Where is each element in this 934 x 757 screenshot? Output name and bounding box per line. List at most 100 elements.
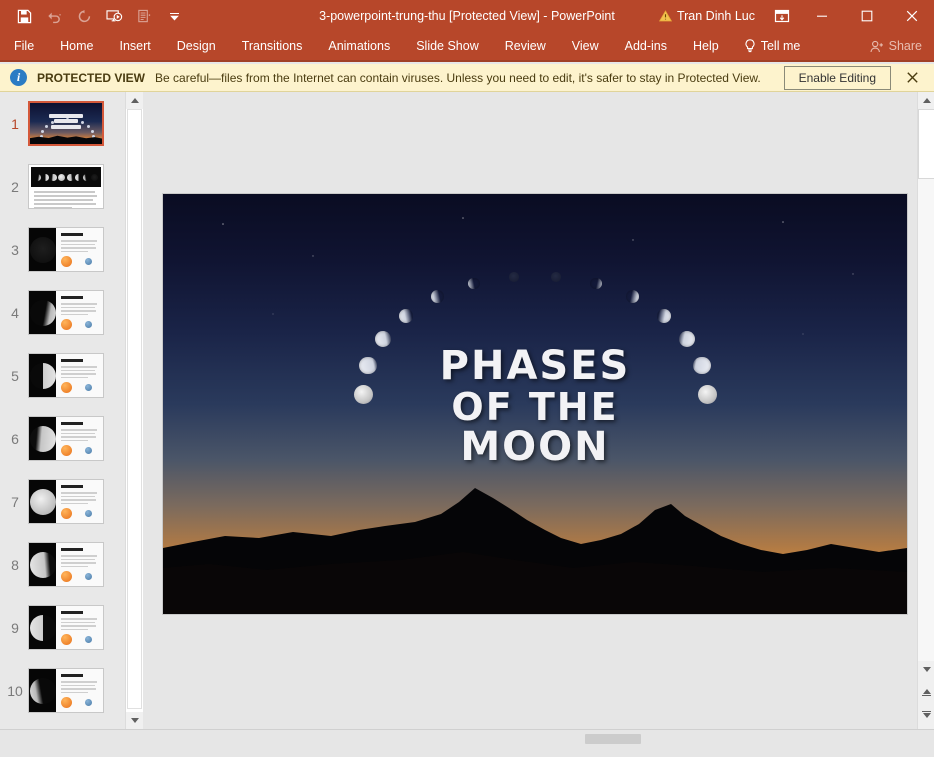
tab-design[interactable]: Design <box>164 31 229 61</box>
tab-help[interactable]: Help <box>680 31 732 61</box>
thumbnail-row-7[interactable]: 7 <box>0 470 125 533</box>
thumbnail-row-1[interactable]: 1 <box>0 92 125 155</box>
thumbnail-scroll-down-button[interactable] <box>126 712 143 729</box>
thumbnail-scroll-track[interactable] <box>126 109 143 712</box>
slide-scroll-up-button[interactable] <box>918 92 934 109</box>
presenter-notes-button[interactable] <box>130 3 158 29</box>
share-button[interactable]: Share <box>870 39 922 53</box>
thumbnail-image-content[interactable] <box>28 479 104 524</box>
ribbon-display-options-icon <box>774 9 790 23</box>
current-slide[interactable]: PHASES OF THE MOON <box>163 194 907 614</box>
chevron-up-icon <box>130 98 139 103</box>
tab-animations[interactable]: Animations <box>315 31 403 61</box>
protected-view-label: PROTECTED VIEW <box>37 70 146 85</box>
close-message-bar-button[interactable] <box>907 70 918 86</box>
moon-waxing-crescent <box>590 278 602 290</box>
slide-scroll-down-button[interactable] <box>918 661 934 678</box>
tab-file[interactable]: File <box>0 31 47 61</box>
redo-button[interactable] <box>70 3 98 29</box>
earth-icon-mini <box>85 447 93 454</box>
thumbnail-image-content[interactable] <box>28 668 104 713</box>
earth-icon-mini <box>85 321 93 328</box>
thumbnail-number: 3 <box>11 241 19 258</box>
phases-slide-preview <box>29 165 103 208</box>
thumbnail-row-6[interactable]: 6 <box>0 407 125 470</box>
protected-view-bar: i PROTECTED VIEW Be careful—files from t… <box>0 64 934 92</box>
undo-icon <box>48 12 61 23</box>
share-person-icon <box>870 40 883 52</box>
next-slide-button[interactable] <box>918 706 934 723</box>
icon-row-mini <box>61 319 93 330</box>
chevron-down-icon <box>130 718 139 723</box>
moon-full <box>697 384 717 404</box>
thumbnail-row-4[interactable]: 4 <box>0 281 125 344</box>
moon-image-mini <box>29 606 57 649</box>
thumbnail-row-2[interactable]: 2 <box>0 155 125 218</box>
moon-waning-crescent <box>468 278 480 290</box>
minimize-button[interactable] <box>799 0 844 32</box>
slide-pane-scrollbar[interactable] <box>917 92 934 729</box>
thumbnail-scroll-up-button[interactable] <box>126 92 143 109</box>
previous-slide-button[interactable] <box>918 684 934 701</box>
tab-view[interactable]: View <box>559 31 612 61</box>
thumbnail-image-title[interactable] <box>28 101 104 146</box>
heading-mini <box>61 674 84 677</box>
thumbnail-row-3[interactable]: 3 <box>0 218 125 281</box>
enable-editing-button[interactable]: Enable Editing <box>783 65 891 90</box>
thumbnail-image-content[interactable] <box>28 416 104 461</box>
slide-scroll-track[interactable] <box>918 109 934 661</box>
heading-mini <box>61 233 84 236</box>
sun-icon-mini <box>61 256 73 267</box>
start-from-beginning-button[interactable] <box>100 3 128 29</box>
user-account[interactable]: Tran Dinh Luc <box>649 9 765 23</box>
thumbnail-image-content[interactable] <box>28 353 104 398</box>
customize-quick-access-toolbar-button[interactable] <box>160 3 188 29</box>
close-button[interactable] <box>889 0 934 32</box>
maximize-button[interactable] <box>844 0 889 32</box>
thumbnail-image-phases[interactable] <box>28 164 104 209</box>
save-icon <box>17 9 31 23</box>
slide-scroll-thumb[interactable] <box>918 109 934 179</box>
tab-review[interactable]: Review <box>492 31 559 61</box>
tab-add-ins[interactable]: Add-ins <box>612 31 680 61</box>
moon-image-mini <box>29 480 57 523</box>
warning-triangle-icon <box>658 10 672 22</box>
thumbnail-row-10[interactable]: 10 <box>0 659 125 722</box>
maximize-icon <box>861 10 872 22</box>
moon-new <box>550 271 561 282</box>
content-slide-preview <box>29 417 103 460</box>
thumbnail-row-9[interactable]: 9 <box>0 596 125 659</box>
tab-home[interactable]: Home <box>47 31 106 61</box>
moon-image-mini <box>29 228 57 271</box>
content-slide-preview <box>29 480 103 523</box>
tab-slide-show[interactable]: Slide Show <box>403 31 492 61</box>
earth-icon-mini <box>85 510 93 517</box>
moon-waxing-crescent <box>626 290 640 304</box>
save-button[interactable] <box>10 3 38 29</box>
thumbnail-image-content[interactable] <box>28 542 104 587</box>
lightbulb-icon <box>745 39 755 53</box>
tell-me-search[interactable]: Tell me <box>732 39 813 53</box>
tab-transitions[interactable]: Transitions <box>229 31 316 61</box>
icon-row-mini <box>61 634 93 645</box>
thumbnail-image-content[interactable] <box>28 227 104 272</box>
earth-icon-mini <box>85 699 93 706</box>
thumbnail-row-5[interactable]: 5 <box>0 344 125 407</box>
heading-mini <box>61 548 84 551</box>
thumbnail-image-content[interactable] <box>28 290 104 335</box>
sun-icon-mini <box>61 445 73 456</box>
thumbnail-number: 2 <box>11 178 19 195</box>
thumbnail-image-content[interactable] <box>28 605 104 650</box>
slide-thumbnail-pane[interactable]: 1 2 3 4 5 6 7 8 9 10 <box>0 92 125 729</box>
thumbnail-row-8[interactable]: 8 <box>0 533 125 596</box>
ribbon-display-options-button[interactable] <box>765 0 799 32</box>
thumbnail-pane-scrollbar[interactable] <box>125 92 143 729</box>
tab-insert[interactable]: Insert <box>107 31 164 61</box>
icon-row-mini <box>61 697 93 708</box>
heading-mini <box>61 359 84 362</box>
undo-button[interactable] <box>40 3 68 29</box>
slide-editing-stage[interactable]: PHASES OF THE MOON <box>143 92 934 729</box>
thumbnail-scroll-thumb[interactable] <box>127 109 142 709</box>
sun-icon-mini <box>61 571 73 582</box>
icon-row-mini <box>61 508 93 519</box>
